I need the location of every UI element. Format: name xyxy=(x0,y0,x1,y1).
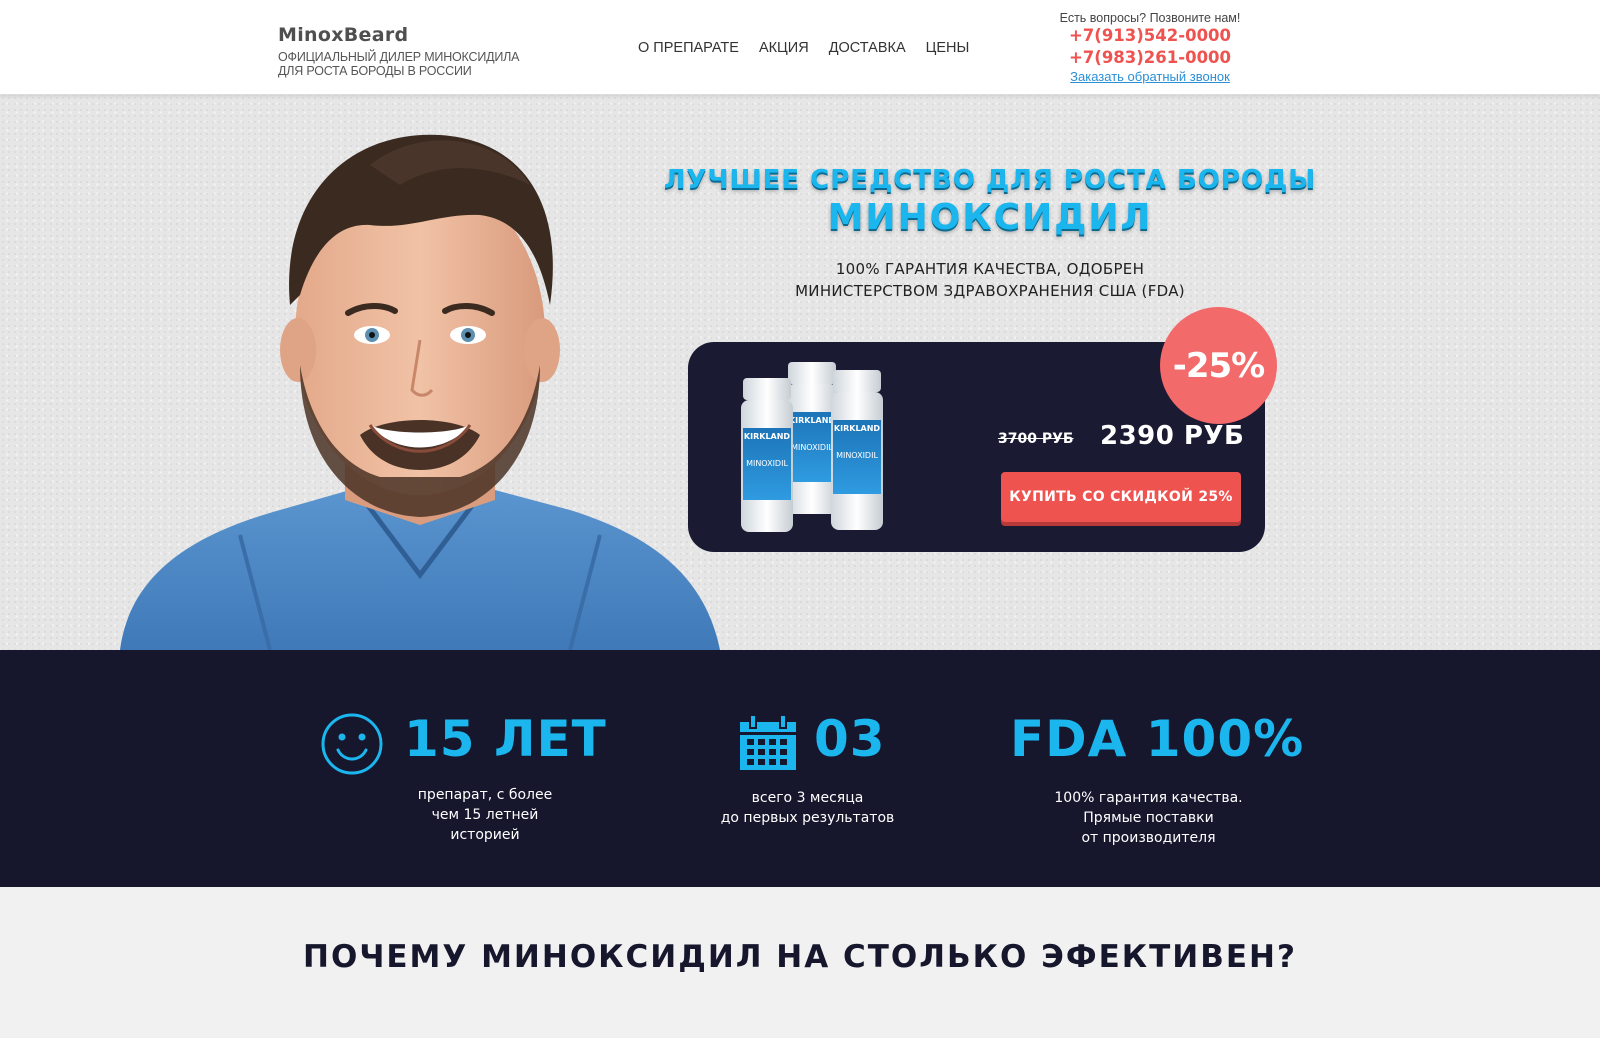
stat-months-desc-line: всего 3 месяца xyxy=(751,790,864,806)
guarantee-line-2: МИНИСТЕРСТВОМ ЗДРАВОХРАНЕНИЯ США (FDA) xyxy=(795,282,1185,300)
hero-title-line-2: МИНОКСИДИЛ xyxy=(827,197,1153,238)
bottle-label-right: MINOXIDIL xyxy=(836,451,878,460)
old-price: 3700 РУБ xyxy=(998,431,1074,447)
contact-block: Есть вопросы? Позвоните нам! +7(913)542-… xyxy=(1030,11,1270,84)
stat-months-value: 03 xyxy=(814,710,886,768)
stats-section: 15 ЛЕТ препарат, с более чем 15 летней и… xyxy=(0,650,1600,887)
nav-item-delivery[interactable]: ДОСТАВКА xyxy=(829,40,906,56)
site-header: MinoxBeard ОФИЦИАЛЬНЫЙ ДИЛЕР МИНОКСИДИЛА… xyxy=(0,0,1600,95)
hero-title: ЛУЧШЕЕ СРЕДСТВО ДЛЯ РОСТА БОРОДЫ МИНОКСИ… xyxy=(640,165,1340,238)
nav-item-promo[interactable]: АКЦИЯ xyxy=(759,40,809,56)
stat-months-desc-line: до первых результатов xyxy=(720,810,895,826)
buy-discount-button[interactable]: КУПИТЬ СО СКИДКОЙ 25% xyxy=(1001,472,1241,522)
stat-fda-desc-line: Прямые поставки xyxy=(1083,810,1214,826)
phone-2[interactable]: +7(983)261-0000 xyxy=(1030,47,1270,69)
why-title: ПОЧЕМУ МИНОКСИДИЛ НА СТОЛЬКО ЭФЕКТИВЕН? xyxy=(303,939,1297,975)
hero-title-line-1: ЛУЧШЕЕ СРЕДСТВО ДЛЯ РОСТА БОРОДЫ xyxy=(663,165,1317,195)
guarantee-line-1: 100% ГАРАНТИЯ КАЧЕСТВА, ОДОБРЕН xyxy=(835,260,1145,278)
hero-section: ЛУЧШЕЕ СРЕДСТВО ДЛЯ РОСТА БОРОДЫ МИНОКСИ… xyxy=(0,95,1600,650)
bottle-brand-back: KIRKLAND xyxy=(789,416,836,425)
product-bottles-image: KIRKLAND MINOXIDIL KIRKLAND MINOXIDIL KI… xyxy=(741,362,883,532)
guarantee-text: 100% ГАРАНТИЯ КАЧЕСТВА, ОДОБРЕН МИНИСТЕР… xyxy=(640,258,1340,302)
smiley-icon xyxy=(321,713,383,775)
nav-item-about[interactable]: О ПРЕПАРАТЕ xyxy=(638,40,739,56)
bottle-label-left: MINOXIDIL xyxy=(746,459,788,468)
stat-years-desc: препарат, с более чем 15 летней историей xyxy=(385,785,585,845)
main-nav: О ПРЕПАРАТЕ АКЦИЯ ДОСТАВКА ЦЕНЫ xyxy=(638,40,969,56)
phone-1[interactable]: +7(913)542-0000 xyxy=(1030,25,1270,47)
new-price: 2390 РУБ xyxy=(1100,421,1245,451)
callback-link[interactable]: Заказать обратный звонок xyxy=(1030,69,1270,84)
nav-item-prices[interactable]: ЦЕНЫ xyxy=(926,40,970,56)
logo-name: MinoxBeard xyxy=(278,24,409,46)
calendar-icon xyxy=(740,714,796,770)
stat-fda-desc: 100% гарантия качества. Прямые поставки … xyxy=(1036,788,1261,848)
stat-months-desc: всего 3 месяца до первых результатов xyxy=(700,788,915,828)
bottle-brand-left: KIRKLAND xyxy=(744,432,791,441)
logo-tagline: ОФИЦИАЛЬНЫЙ ДИЛЕР МИНОКСИДИЛА ДЛЯ РОСТА … xyxy=(278,50,520,78)
stat-years-value: 15 ЛЕТ xyxy=(404,710,607,768)
logo[interactable]: MinoxBeard ОФИЦИАЛЬНЫЙ ДИЛЕР МИНОКСИДИЛА… xyxy=(278,24,520,78)
stat-years-desc-line: препарат, с более xyxy=(417,787,553,803)
bottle-brand-right: KIRKLAND xyxy=(834,424,881,433)
logo-tagline-line-2: ДЛЯ РОСТА БОРОДЫ В РОССИИ xyxy=(278,64,472,78)
contact-question: Есть вопросы? Позвоните нам! xyxy=(1059,11,1241,25)
stat-fda-value: FDA 100% xyxy=(1010,710,1305,768)
why-section: ПОЧЕМУ МИНОКСИДИЛ НА СТОЛЬКО ЭФЕКТИВЕН? xyxy=(0,887,1600,1038)
logo-tagline-line-1: ОФИЦИАЛЬНЫЙ ДИЛЕР МИНОКСИДИЛА xyxy=(278,50,520,64)
stat-fda-desc-line: 100% гарантия качества. xyxy=(1054,790,1243,806)
discount-badge: -25% xyxy=(1160,307,1277,424)
stat-years-desc-line: историей xyxy=(450,827,520,843)
stat-fda-desc-line: от производителя xyxy=(1081,830,1216,846)
stat-years-desc-line: чем 15 летней xyxy=(431,807,539,823)
bottle-label-back: MINOXIDIL xyxy=(791,443,833,452)
